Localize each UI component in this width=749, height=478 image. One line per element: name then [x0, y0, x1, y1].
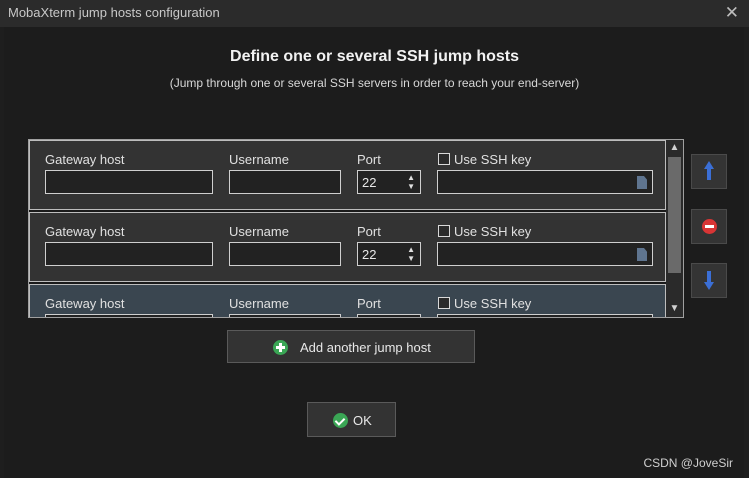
gateway-host-label: Gateway host	[45, 152, 125, 167]
port-label: Port	[357, 296, 381, 311]
gateway-host-input[interactable]	[45, 170, 213, 194]
scrollbar-thumb[interactable]	[668, 157, 681, 273]
username-input[interactable]	[229, 170, 341, 194]
port-value: 22	[362, 247, 377, 262]
port-label: Port	[357, 224, 381, 239]
use-ssh-key-checkbox[interactable]	[438, 153, 450, 165]
add-jump-host-button[interactable]: Add another jump host	[227, 330, 475, 363]
use-ssh-key-checkbox[interactable]	[438, 297, 450, 309]
port-stepper[interactable]	[357, 314, 421, 317]
file-browse-icon[interactable]	[637, 248, 647, 261]
port-stepper[interactable]: 22 ▲ ▼	[357, 170, 421, 194]
port-value: 22	[362, 175, 377, 190]
gateway-host-input[interactable]	[45, 314, 213, 317]
username-input[interactable]	[229, 314, 341, 317]
spin-down-icon[interactable]: ▼	[407, 183, 415, 191]
username-label: Username	[229, 296, 289, 311]
ssh-key-file-input[interactable]	[437, 314, 653, 317]
ssh-key-file-input[interactable]	[437, 170, 653, 194]
ok-label: OK	[353, 413, 372, 428]
jump-host-row[interactable]: Gateway host Username Port Use SSH key 2…	[29, 140, 666, 210]
dialog-heading: Define one or several SSH jump hosts	[230, 48, 519, 65]
dialog-subheading: (Jump through one or several SSH servers…	[169, 76, 580, 90]
spin-up-icon[interactable]: ▲	[407, 246, 415, 254]
use-ssh-key-checkbox[interactable]	[438, 225, 450, 237]
move-up-button[interactable]	[691, 154, 727, 189]
close-icon[interactable]: ✕	[725, 3, 739, 23]
jump-host-row[interactable]: Gateway host Username Port Use SSH key 2…	[29, 212, 666, 282]
username-label: Username	[229, 224, 289, 239]
arrow-down-icon	[704, 270, 714, 291]
arrow-up-icon	[704, 161, 714, 182]
use-ssh-key-label: Use SSH key	[454, 224, 532, 239]
gateway-host-label: Gateway host	[45, 224, 125, 239]
plus-circle-icon	[273, 340, 288, 355]
use-ssh-key-label: Use SSH key	[454, 296, 532, 311]
port-label: Port	[357, 152, 381, 167]
window-title: MobaXterm jump hosts configuration	[8, 5, 220, 20]
gateway-host-input[interactable]	[45, 242, 213, 266]
minus-circle-icon	[702, 219, 717, 234]
list-scrollbar[interactable]: ▲ ▼	[666, 140, 683, 317]
title-bar: MobaXterm jump hosts configuration ✕	[0, 0, 749, 27]
add-jump-host-label: Add another jump host	[300, 340, 431, 355]
ok-button[interactable]: OK	[307, 402, 396, 437]
file-browse-icon[interactable]	[637, 176, 647, 189]
spin-up-icon[interactable]: ▲	[407, 174, 415, 182]
jump-host-list: Gateway host Username Port Use SSH key 2…	[28, 139, 684, 318]
username-input[interactable]	[229, 242, 341, 266]
use-ssh-key-label: Use SSH key	[454, 152, 532, 167]
gateway-host-label: Gateway host	[45, 296, 125, 311]
scroll-up-icon[interactable]: ▲	[666, 141, 683, 155]
jump-host-row[interactable]: Gateway host Username Port Use SSH key	[29, 284, 666, 317]
remove-host-button[interactable]	[691, 209, 727, 244]
spin-down-icon[interactable]: ▼	[407, 255, 415, 263]
check-circle-icon	[333, 413, 348, 428]
username-label: Username	[229, 152, 289, 167]
port-stepper[interactable]: 22 ▲ ▼	[357, 242, 421, 266]
move-down-button[interactable]	[691, 263, 727, 298]
watermark: CSDN @JoveSir	[643, 456, 733, 470]
ssh-key-file-input[interactable]	[437, 242, 653, 266]
scroll-down-icon[interactable]: ▼	[666, 302, 683, 316]
